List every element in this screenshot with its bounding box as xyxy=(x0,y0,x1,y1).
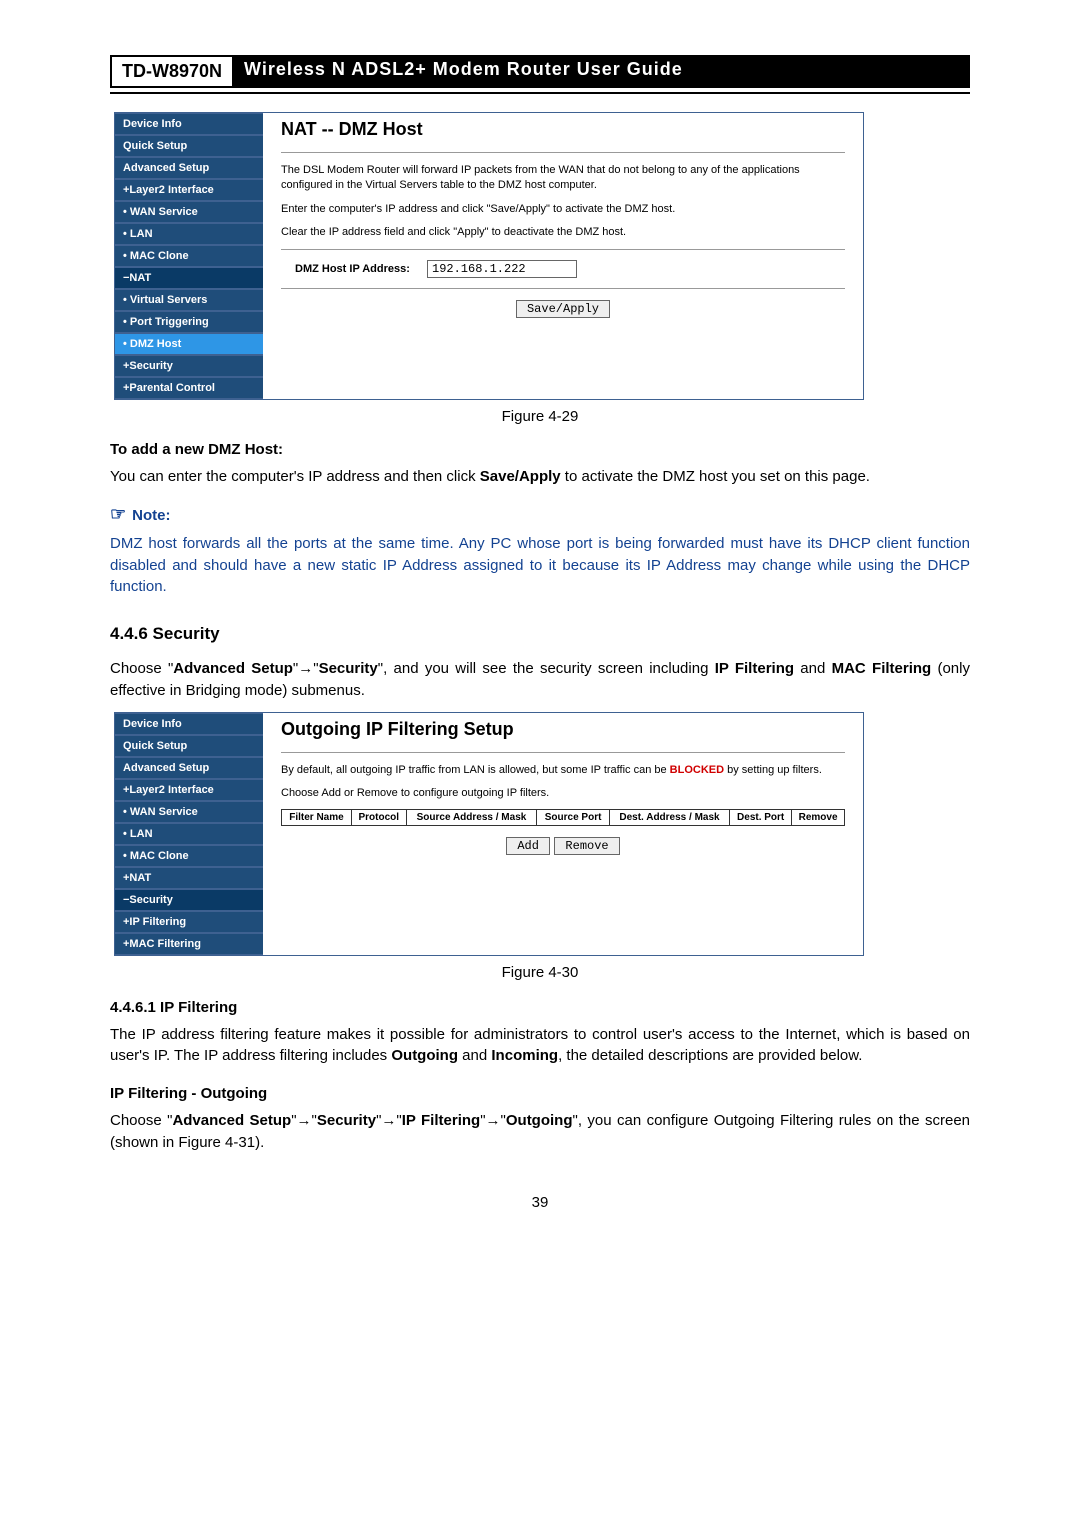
note-heading: ☞Note: xyxy=(110,504,970,525)
sidebar: Device InfoQuick SetupAdvanced Setup+Lay… xyxy=(115,713,263,955)
sidebar-item[interactable]: +Layer2 Interface xyxy=(115,179,263,201)
header-rule xyxy=(110,92,970,94)
save-apply-button[interactable]: Save/Apply xyxy=(516,300,610,318)
sidebar-item[interactable]: • LAN xyxy=(115,823,263,845)
desc-text: Choose Add or Remove to configure outgoi… xyxy=(281,786,845,801)
column-header: Remove xyxy=(792,810,845,826)
divider xyxy=(281,288,845,289)
sidebar-item[interactable]: Advanced Setup xyxy=(115,157,263,179)
column-header: Filter Name xyxy=(282,810,352,826)
sidebar-item[interactable]: −NAT xyxy=(115,267,263,289)
sidebar-item[interactable]: • MAC Clone xyxy=(115,245,263,267)
screenshot-dmz: Device InfoQuick SetupAdvanced Setup+Lay… xyxy=(114,112,864,400)
desc-text: Enter the computer's IP address and clic… xyxy=(281,202,845,217)
column-header: Dest. Port xyxy=(730,810,792,826)
section-heading: 4.4.6 Security xyxy=(110,624,970,644)
field-label: DMZ Host IP Address: xyxy=(295,263,415,275)
paragraph: Choose "Advanced Setup"→"Security"→"IP F… xyxy=(110,1110,970,1154)
pointing-hand-icon: ☞ xyxy=(110,504,126,524)
subsection-heading: 4.4.6.1 IP Filtering xyxy=(110,999,970,1016)
sidebar-item[interactable]: +Parental Control xyxy=(115,377,263,399)
page-number: 39 xyxy=(110,1194,970,1211)
sidebar-item[interactable]: • Virtual Servers xyxy=(115,289,263,311)
panel-title: NAT -- DMZ Host xyxy=(281,119,845,140)
sidebar-item[interactable]: Quick Setup xyxy=(115,735,263,757)
model-badge: TD-W8970N xyxy=(110,55,232,88)
sidebar-item[interactable]: Advanced Setup xyxy=(115,757,263,779)
sidebar-item[interactable]: +NAT xyxy=(115,867,263,889)
desc-text: Clear the IP address field and click "Ap… xyxy=(281,225,845,240)
sidebar-item[interactable]: Device Info xyxy=(115,713,263,735)
desc-text: By default, all outgoing IP traffic from… xyxy=(281,763,845,778)
panel-title: Outgoing IP Filtering Setup xyxy=(281,719,845,740)
column-header: Protocol xyxy=(351,810,406,826)
dmz-ip-input[interactable] xyxy=(427,260,577,278)
divider xyxy=(281,249,845,250)
sidebar-item[interactable]: • WAN Service xyxy=(115,201,263,223)
sidebar-item[interactable]: +Security xyxy=(115,355,263,377)
sidebar-item[interactable]: • Port Triggering xyxy=(115,311,263,333)
sidebar-item[interactable]: • WAN Service xyxy=(115,801,263,823)
sidebar-item[interactable]: Quick Setup xyxy=(115,135,263,157)
doc-title: Wireless N ADSL2+ Modem Router User Guid… xyxy=(232,55,970,88)
column-header: Source Address / Mask xyxy=(406,810,537,826)
desc-text: The DSL Modem Router will forward IP pac… xyxy=(281,163,845,194)
note-body: DMZ host forwards all the ports at the s… xyxy=(110,533,970,598)
column-header: Source Port xyxy=(537,810,609,826)
subsection-heading: IP Filtering - Outgoing xyxy=(110,1085,970,1102)
sidebar-item[interactable]: +Layer2 Interface xyxy=(115,779,263,801)
sidebar-item[interactable]: −Security xyxy=(115,889,263,911)
add-button[interactable]: Add xyxy=(506,837,550,855)
sidebar-item[interactable]: • LAN xyxy=(115,223,263,245)
content-pane: Outgoing IP Filtering Setup By default, … xyxy=(263,713,863,955)
figure-caption: Figure 4-29 xyxy=(110,408,970,425)
doc-header: TD-W8970N Wireless N ADSL2+ Modem Router… xyxy=(110,55,970,88)
screenshot-ipfilter: Device InfoQuick SetupAdvanced Setup+Lay… xyxy=(114,712,864,956)
remove-button[interactable]: Remove xyxy=(554,837,619,855)
divider xyxy=(281,152,845,153)
sidebar: Device InfoQuick SetupAdvanced Setup+Lay… xyxy=(115,113,263,399)
sidebar-item[interactable]: +IP Filtering xyxy=(115,911,263,933)
paragraph: The IP address filtering feature makes i… xyxy=(110,1024,970,1068)
sidebar-item[interactable]: Device Info xyxy=(115,113,263,135)
column-header: Dest. Address / Mask xyxy=(609,810,729,826)
sidebar-item[interactable]: • MAC Clone xyxy=(115,845,263,867)
subhead: To add a new DMZ Host: xyxy=(110,441,970,458)
sidebar-item[interactable]: +MAC Filtering xyxy=(115,933,263,955)
sidebar-item[interactable]: • DMZ Host xyxy=(115,333,263,355)
content-pane: NAT -- DMZ Host The DSL Modem Router wil… xyxy=(263,113,863,399)
figure-caption: Figure 4-30 xyxy=(110,964,970,981)
filter-table: Filter NameProtocolSource Address / Mask… xyxy=(281,809,845,826)
divider xyxy=(281,752,845,753)
paragraph: You can enter the computer's IP address … xyxy=(110,466,970,488)
paragraph: Choose "Advanced Setup"→"Security", and … xyxy=(110,658,970,702)
